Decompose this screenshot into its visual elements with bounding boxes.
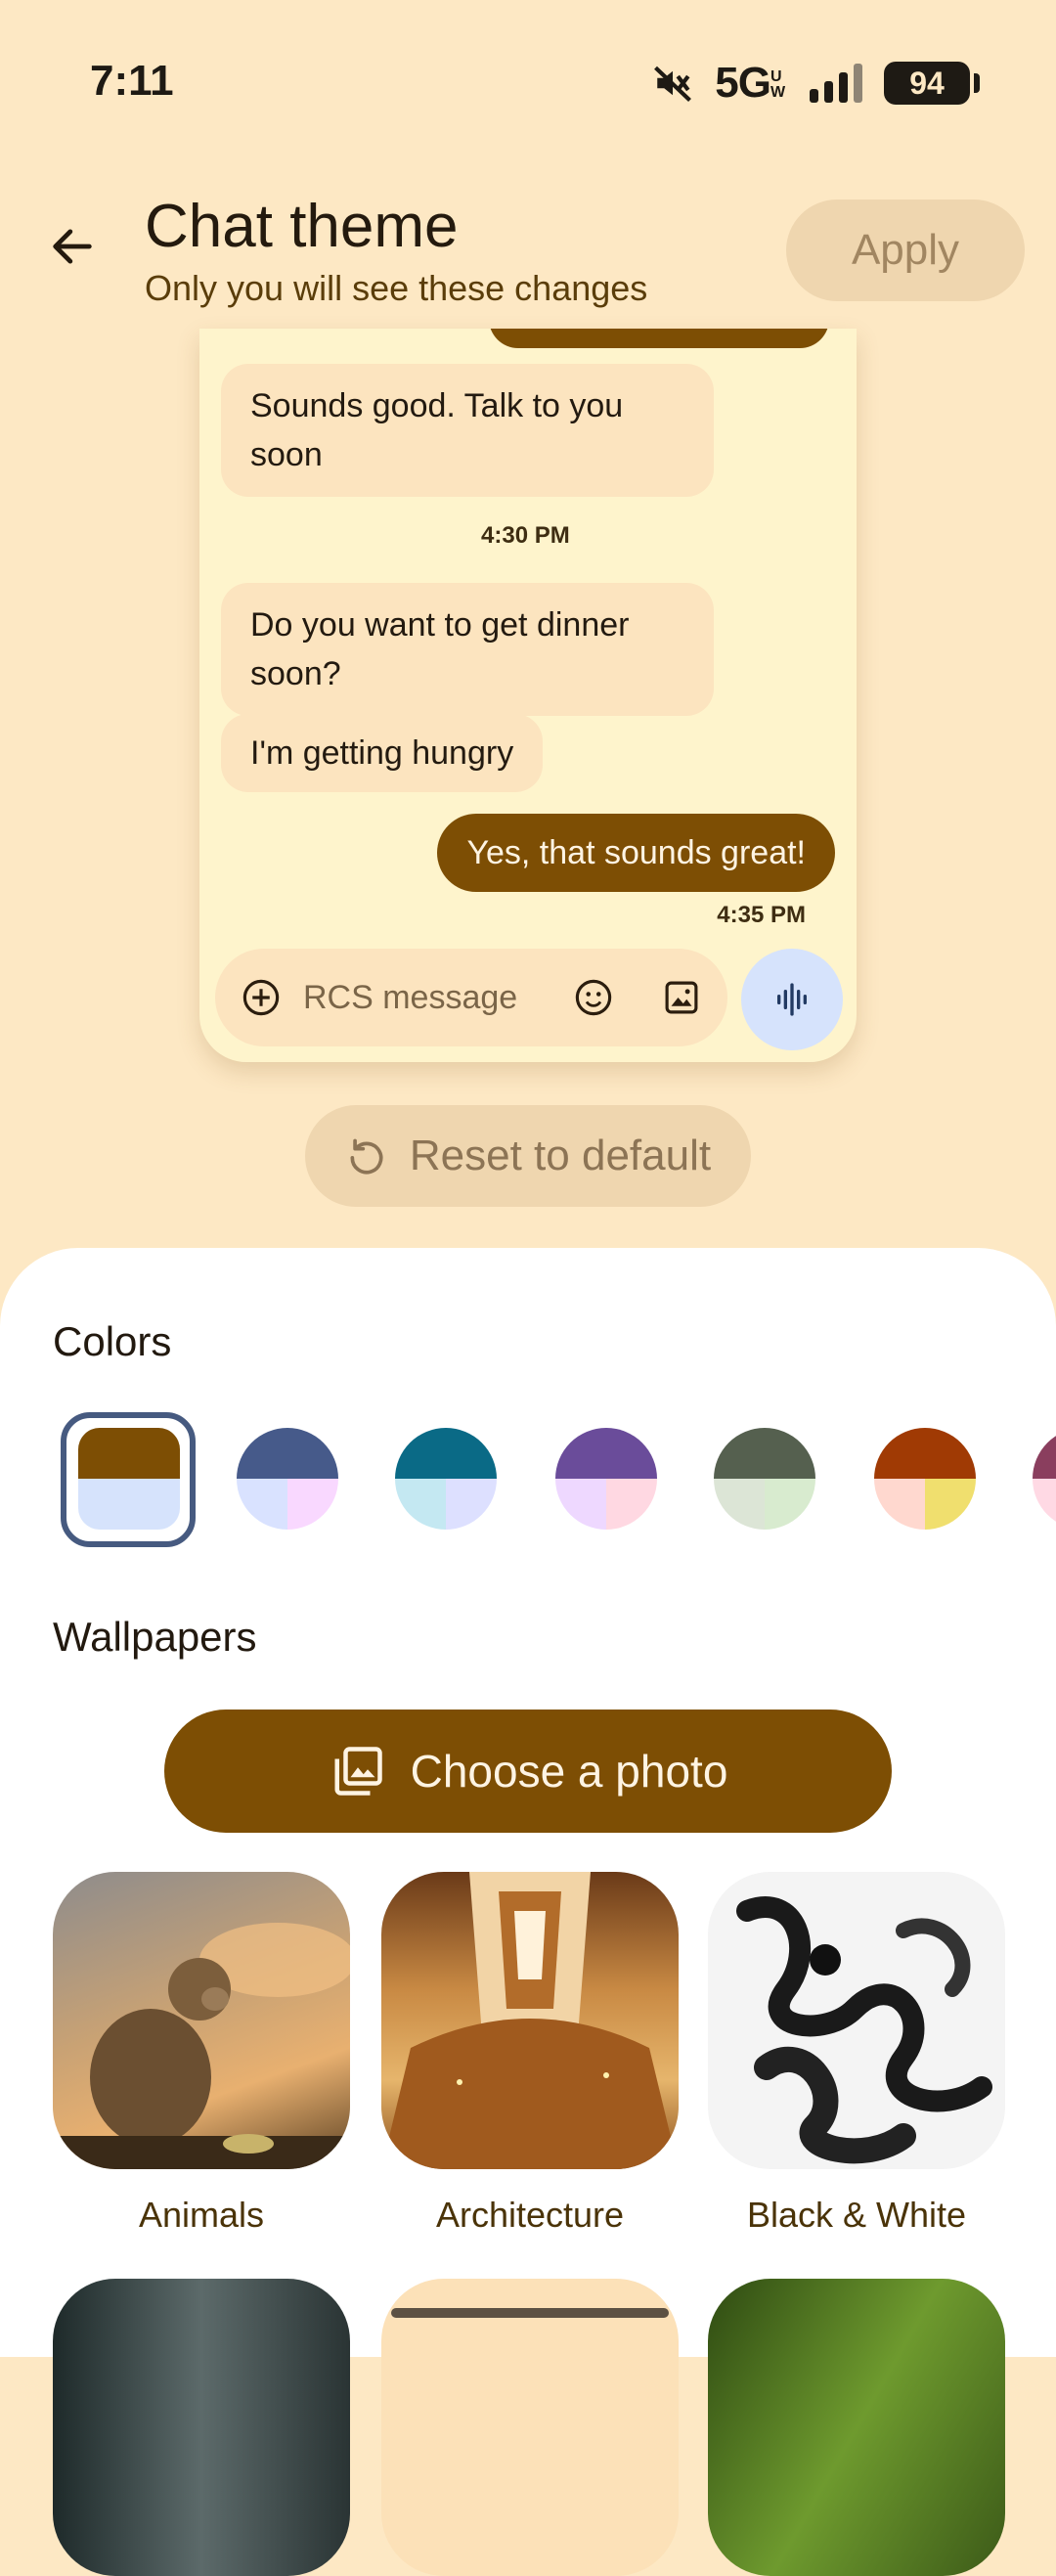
chat-preview: Sounds good. Talk to you soon 4:30 PM Do… (199, 329, 857, 1062)
reset-to-default-button[interactable]: Reset to default (305, 1105, 751, 1207)
wallpaper-tile[interactable] (708, 2279, 1005, 2576)
wallpapers-heading: Wallpapers (53, 1614, 257, 1660)
page-title: Chat theme (145, 193, 459, 260)
outgoing-bubble-partial (489, 329, 829, 348)
photo-library-icon (334, 1747, 382, 1796)
wallpaper-tile-black-white[interactable] (708, 1872, 1005, 2169)
color-swatch[interactable] (714, 1428, 815, 1530)
message-composer: RCS message (215, 949, 727, 1046)
back-arrow-icon[interactable] (47, 221, 98, 272)
wallpaper-label: Animals (138, 2195, 265, 2235)
reset-icon (350, 1138, 383, 1175)
battery-indicator: 94 (884, 62, 980, 105)
timestamp: 4:35 PM (717, 902, 806, 928)
waveform-icon (777, 983, 807, 1016)
emoji-icon (575, 979, 612, 1016)
choose-photo-label: Choose a photo (410, 1746, 728, 1797)
color-swatch[interactable] (1033, 1428, 1056, 1530)
image-icon (665, 981, 698, 1014)
wallpaper-label: Architecture (435, 2195, 625, 2235)
composer-placeholder: RCS message (303, 978, 518, 1016)
color-swatch[interactable] (78, 1428, 180, 1530)
reset-label: Reset to default (409, 1132, 712, 1179)
colors-heading: Colors (53, 1318, 172, 1364)
wallpaper-tile-architecture[interactable] (381, 1872, 679, 2169)
architecture-image (381, 1872, 679, 2169)
wallpaper-tile[interactable] (53, 2279, 350, 2576)
incoming-message: Sounds good. Talk to you soon (221, 364, 714, 497)
wallpaper-tile[interactable] (381, 2279, 679, 2576)
incoming-message: I'm getting hungry (221, 714, 544, 792)
wallpaper-label: Black & White (746, 2195, 967, 2235)
ink-smoke-image (736, 1896, 992, 2164)
wallpaper-stripe (391, 2308, 669, 2318)
voice-button (741, 949, 843, 1050)
color-swatch[interactable] (395, 1428, 497, 1530)
outgoing-message: Yes, that sounds great! (437, 814, 835, 892)
status-icons: 5GUW 94 (652, 59, 980, 108)
timestamp: 4:30 PM (481, 522, 570, 549)
page-subtitle: Only you will see these changes (145, 268, 648, 308)
color-swatch[interactable] (874, 1428, 976, 1530)
apply-button[interactable]: Apply (786, 200, 1025, 301)
status-time: 7:11 (90, 57, 174, 105)
signal-icon (810, 64, 862, 103)
wallpaper-tile-animals[interactable] (53, 1872, 350, 2169)
network-type: 5GUW (715, 59, 785, 107)
monkey-image (53, 1923, 350, 2169)
mute-icon (654, 66, 692, 103)
color-swatch[interactable] (555, 1428, 657, 1530)
choose-photo-button[interactable]: Choose a photo (164, 1710, 892, 1833)
incoming-message: Do you want to get dinner soon? (221, 583, 714, 716)
add-icon (242, 979, 280, 1016)
color-swatch[interactable] (237, 1428, 338, 1530)
